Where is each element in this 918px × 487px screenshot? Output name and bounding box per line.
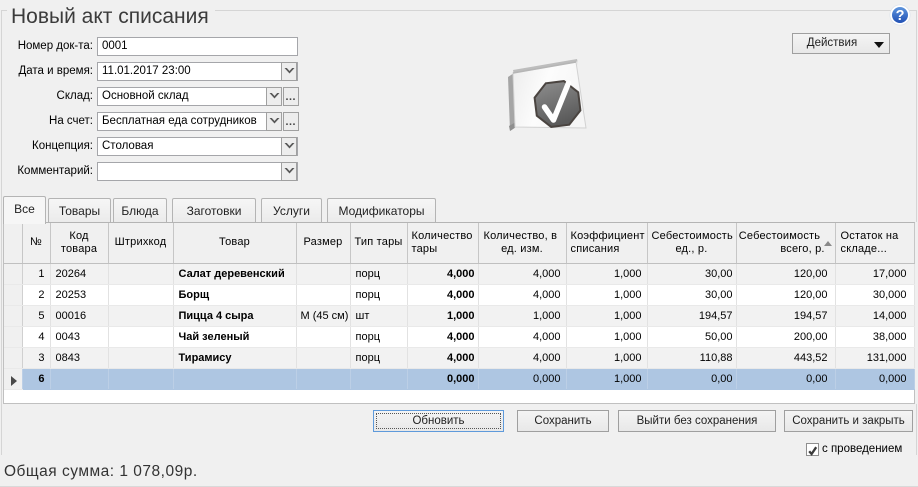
svg-text:?: ?	[896, 8, 905, 24]
